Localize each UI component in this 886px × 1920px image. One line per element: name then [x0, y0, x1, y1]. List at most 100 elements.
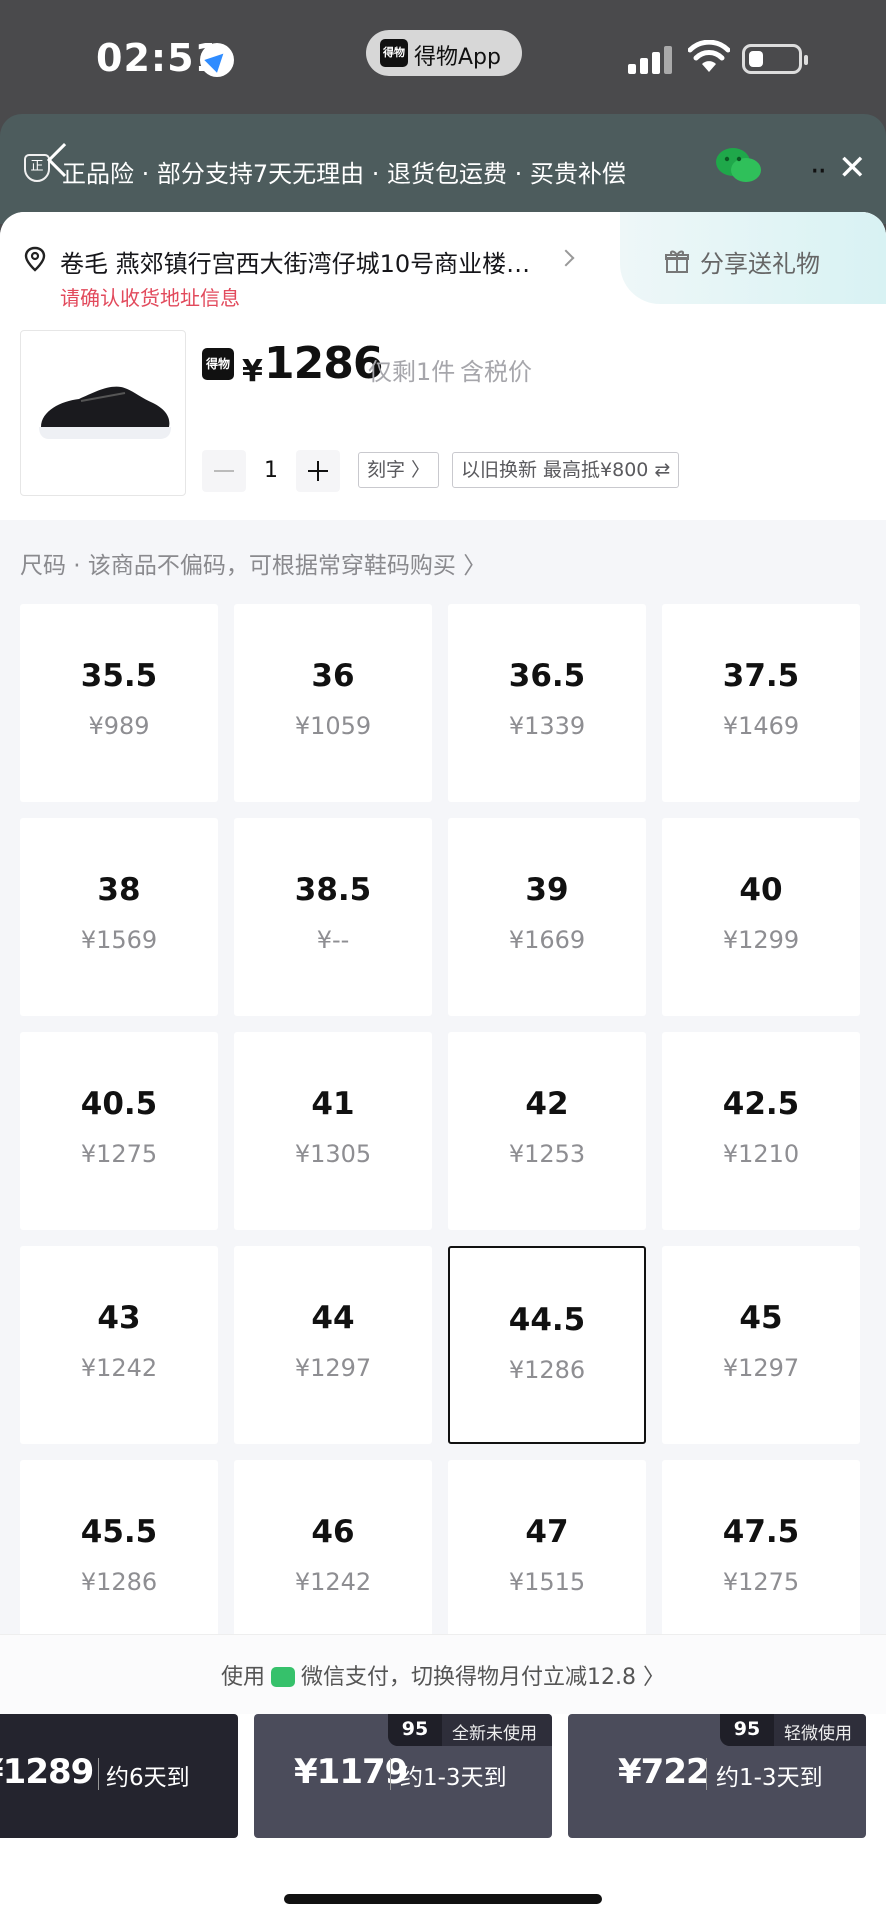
size-option[interactable]: 46 ¥1242 [234, 1460, 432, 1658]
condition-text: 轻微使用 [784, 1724, 852, 1744]
size-label: 45 [739, 1300, 783, 1336]
size-option[interactable]: 44.5 ¥1286 [448, 1246, 646, 1444]
gift-icon[interactable] [664, 248, 690, 274]
size-option[interactable]: 40.5 ¥1275 [20, 1032, 218, 1230]
size-option[interactable]: 37.5 ¥1469 [662, 604, 860, 802]
tax-label: 含税价 [460, 358, 532, 386]
size-option[interactable]: 35.5 ¥989 [20, 604, 218, 802]
size-price: ¥989 [88, 712, 150, 740]
grade-badge: 95 [388, 1714, 442, 1746]
size-option[interactable]: 47 ¥1515 [448, 1460, 646, 1658]
location-arrow-icon [200, 43, 234, 77]
home-indicator [284, 1894, 602, 1904]
product-thumbnail[interactable] [20, 330, 186, 496]
quantity-value: 1 [264, 458, 278, 483]
size-option[interactable]: 42.5 ¥1210 [662, 1032, 860, 1230]
size-option[interactable]: 47.5 ¥1275 [662, 1460, 860, 1658]
size-label: 38.5 [294, 872, 372, 908]
engrave-button[interactable]: 刻字 〉 [358, 452, 440, 488]
condition-text: 全新未使用 [452, 1724, 537, 1744]
size-price: ¥1339 [508, 712, 586, 740]
size-label: 37.5 [722, 658, 800, 694]
size-price: ¥1253 [508, 1140, 586, 1168]
size-option[interactable]: 40 ¥1299 [662, 818, 860, 1016]
size-option[interactable]: 43 ¥1242 [20, 1246, 218, 1444]
buy-option-new-unused[interactable]: ¥1179 约1-3天到 95 全新未使用 [254, 1714, 552, 1838]
shield-icon: 正 [24, 154, 50, 182]
address-line[interactable]: 卷毛 燕郊镇行宫西大街湾仔城10号商业楼… [60, 244, 550, 279]
size-price: ¥-- [316, 926, 350, 954]
more-icon[interactable]: ·· [810, 154, 827, 189]
quantity-increase-button[interactable] [296, 450, 340, 492]
buy-price: ¥722 [618, 1752, 710, 1792]
cellular-signal-icon [628, 46, 672, 74]
buy-delivery: 约1-3天到 [716, 1765, 823, 1791]
battery-icon [742, 44, 808, 74]
buy-option-standard[interactable]: ¥1289 约6天到 [0, 1714, 238, 1838]
payment-promo: 微信支付，切换得物月付立减12.8 〉 [301, 1665, 665, 1690]
size-label: 44.5 [508, 1302, 586, 1338]
size-option[interactable]: 44 ¥1297 [234, 1246, 432, 1444]
size-price: ¥1210 [722, 1140, 800, 1168]
buy-option-lightly-used[interactable]: ¥722 约1-3天到 95 轻微使用 [568, 1714, 866, 1838]
share-gift-label[interactable]: 分享送礼物 [700, 244, 820, 279]
buy-price: ¥1289 [0, 1752, 94, 1792]
app-logo-icon: 得物 [380, 39, 408, 67]
size-price: ¥1469 [722, 712, 800, 740]
size-option[interactable]: 36 ¥1059 [234, 604, 432, 802]
wechat-pay-icon [271, 1667, 296, 1687]
app-switch-pill[interactable]: 得物 得物App [366, 30, 522, 76]
size-label: 46 [311, 1514, 355, 1550]
size-option[interactable]: 45.5 ¥1286 [20, 1460, 218, 1658]
size-option[interactable]: 36.5 ¥1339 [448, 604, 646, 802]
product-price: 1286 [264, 338, 383, 389]
size-price: ¥1275 [80, 1140, 158, 1168]
size-label: 35.5 [80, 658, 158, 694]
status-bar: 02:51 得物 得物App [0, 0, 886, 118]
trade-in-button[interactable]: 以旧换新 最高抵¥800 ⇄ [452, 452, 680, 488]
guarantee-text[interactable]: 正品险 · 部分支持7天无理由 · 退货包运费 · 买贵补偿 [62, 154, 626, 189]
divider [390, 1758, 391, 1790]
size-price: ¥1059 [294, 712, 372, 740]
address-warning: 请确认收货地址信息 [60, 286, 240, 310]
size-option[interactable]: 38.5 ¥-- [234, 818, 432, 1016]
size-option[interactable]: 42 ¥1253 [448, 1032, 646, 1230]
size-label: 45.5 [80, 1514, 158, 1550]
size-label: 38 [97, 872, 141, 908]
grade-badge: 95 [720, 1714, 774, 1746]
size-price: ¥1297 [722, 1354, 800, 1382]
size-option[interactable]: 41 ¥1305 [234, 1032, 432, 1230]
size-option[interactable]: 39 ¥1669 [448, 818, 646, 1016]
size-price: ¥1286 [508, 1356, 586, 1384]
size-price: ¥1299 [722, 926, 800, 954]
close-icon[interactable]: ✕ [838, 148, 867, 188]
size-price: ¥1286 [80, 1568, 158, 1596]
app-name: 得物App [414, 45, 501, 70]
condition-badge: 95 轻微使用 [720, 1714, 866, 1746]
size-hint[interactable]: 尺码 · 该商品不偏码，可根据常穿鞋码购买 〉 [20, 546, 486, 580]
size-option[interactable]: 45 ¥1297 [662, 1246, 860, 1444]
size-price: ¥1569 [80, 926, 158, 954]
buy-delivery: 约6天到 [106, 1765, 190, 1791]
size-option[interactable]: 38 ¥1569 [20, 818, 218, 1016]
condition-badge: 95 全新未使用 [388, 1714, 552, 1746]
size-label: 36 [311, 658, 355, 694]
stock-text: 仅剩1件 [368, 358, 456, 386]
size-price: ¥1669 [508, 926, 586, 954]
quantity-decrease-button[interactable] [202, 450, 246, 492]
payment-text[interactable]: 使用 微信支付，切换得物月付立减12.8 〉 [0, 1659, 886, 1691]
divider [706, 1758, 707, 1790]
buy-delivery: 约1-3天到 [400, 1765, 507, 1791]
size-price: ¥1297 [294, 1354, 372, 1382]
size-label: 47.5 [722, 1514, 800, 1550]
size-label: 44 [311, 1300, 355, 1336]
size-price: ¥1242 [294, 1568, 372, 1596]
payment-prefix: 使用 [221, 1665, 266, 1690]
size-label: 42 [525, 1086, 569, 1122]
size-label: 47 [525, 1514, 569, 1550]
wechat-share-icon[interactable] [714, 146, 764, 186]
size-label: 40 [739, 872, 783, 908]
brand-logo-icon: 得物 [202, 348, 234, 380]
size-label: 42.5 [722, 1086, 800, 1122]
payment-bar[interactable]: 使用 微信支付，切换得物月付立减12.8 〉 [0, 1634, 886, 1714]
